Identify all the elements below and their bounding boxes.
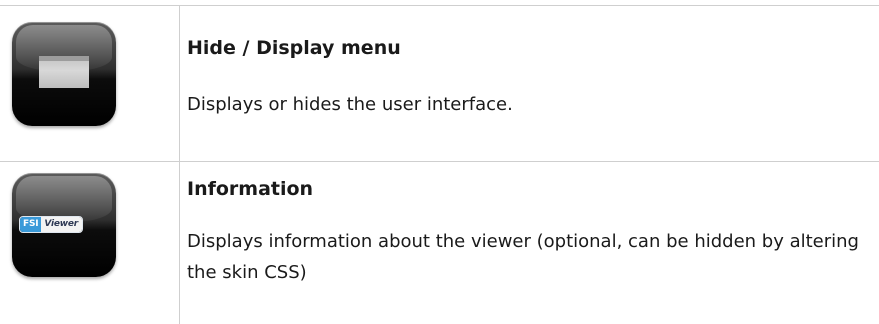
row-title: Hide / Display menu [187, 37, 401, 59]
fsi-logo-right: Viewer [41, 217, 83, 232]
row-description: Displays information about the viewer (o… [187, 231, 859, 283]
icon-cell: FSI Viewer [0, 162, 179, 324]
fsi-viewer-logo: FSI Viewer [19, 216, 84, 233]
menu-window-glyph [39, 56, 89, 88]
hide-display-menu-icon [12, 22, 116, 126]
row-description: Displays or hides the user interface. [187, 94, 513, 115]
table-row-information: FSI Viewer Information Displays informat… [0, 162, 879, 324]
row-title: Information [187, 178, 314, 200]
icon-cell [0, 6, 179, 161]
information-icon: FSI Viewer [12, 173, 116, 277]
fsi-logo-left: FSI [20, 217, 42, 232]
documentation-table: Hide / Display menu Displays or hides th… [0, 0, 879, 324]
table-row-hide-display-menu: Hide / Display menu Displays or hides th… [0, 6, 879, 161]
